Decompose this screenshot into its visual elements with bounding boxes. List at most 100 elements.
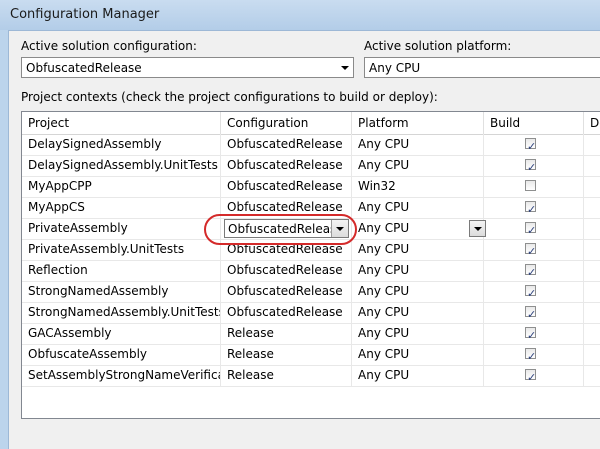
configuration-cell[interactable]: ObfuscatedRelease: [221, 176, 352, 197]
deploy-cell: [584, 302, 600, 323]
table-row[interactable]: PrivateAssembly ObfuscatedRelease Any CPU ✓: [22, 218, 600, 240]
project-contexts-label: Project contexts (check the project conf…: [21, 90, 438, 104]
build-checkbox[interactable]: ✓: [525, 306, 536, 321]
table-row[interactable]: MyAppCPP ObfuscatedRelease Win32: [22, 176, 600, 198]
build-checkbox[interactable]: ✓: [525, 327, 536, 342]
deploy-cell: [584, 239, 600, 260]
project-name-cell: StrongNamedAssembly: [22, 281, 221, 302]
column-header-deploy[interactable]: Dep: [584, 112, 600, 134]
chevron-down-icon[interactable]: [337, 58, 353, 77]
build-cell: ✓: [484, 197, 584, 218]
platform-value: Any CPU: [358, 326, 410, 340]
platform-value: Any CPU: [358, 368, 410, 382]
checkmark-icon: ✓: [527, 203, 537, 216]
table-row[interactable]: StrongNamedAssembly.UnitTests ObfuscatedR…: [22, 302, 600, 324]
solution-config-dropdown[interactable]: ObfuscatedRelease: [21, 57, 354, 78]
build-checkbox[interactable]: ✓: [525, 348, 536, 363]
platform-value: Any CPU: [358, 137, 410, 151]
configuration-cell[interactable]: ObfuscatedRelease: [221, 155, 352, 176]
configuration-cell[interactable]: ObfuscatedRelease: [221, 197, 352, 218]
platform-cell[interactable]: Any CPU: [352, 323, 484, 344]
solution-config-value: ObfuscatedRelease: [26, 61, 142, 75]
checkmark-icon: ✓: [527, 350, 537, 363]
solution-config-label: Active solution configuration:: [21, 39, 197, 53]
configuration-cell[interactable]: ObfuscatedRelease: [221, 281, 352, 302]
deploy-cell: [584, 218, 600, 239]
table-row[interactable]: StrongNamedAssembly ObfuscatedRelease Any …: [22, 281, 600, 303]
platform-cell[interactable]: Any CPU: [352, 365, 484, 386]
checkmark-icon: ✓: [527, 224, 537, 237]
platform-value: Win32: [358, 179, 396, 193]
build-cell: ✓: [484, 302, 584, 323]
platform-cell[interactable]: Any CPU: [352, 134, 484, 155]
platform-cell[interactable]: Any CPU: [352, 302, 484, 323]
title-bar[interactable]: Configuration Manager: [0, 0, 600, 30]
platform-cell[interactable]: Any CPU: [352, 281, 484, 302]
configuration-cell[interactable]: ObfuscatedRelease: [221, 260, 352, 281]
platform-cell[interactable]: Any CPU: [352, 155, 484, 176]
platform-value: Any CPU: [358, 221, 410, 235]
platform-value: Any CPU: [358, 284, 410, 298]
table-row[interactable]: MyAppCS ObfuscatedRelease Any CPU ✓: [22, 197, 600, 219]
chevron-down-icon[interactable]: [331, 220, 348, 237]
configuration-cell[interactable]: ObfuscatedRelease: [221, 218, 352, 239]
configuration-cell[interactable]: Release: [221, 365, 352, 386]
platform-value: Any CPU: [358, 305, 410, 319]
checkmark-icon: ✓: [527, 329, 537, 342]
platform-cell[interactable]: Any CPU: [352, 197, 484, 218]
build-checkbox[interactable]: ✓: [525, 159, 536, 174]
table-row[interactable]: DelaySignedAssembly.UnitTests ObfuscatedR…: [22, 155, 600, 177]
project-name-cell: StrongNamedAssembly.UnitTests: [22, 302, 221, 323]
checkmark-icon: ✓: [527, 371, 537, 384]
deploy-cell: [584, 365, 600, 386]
platform-cell[interactable]: Win32: [352, 176, 484, 197]
platform-cell[interactable]: Any CPU: [352, 239, 484, 260]
project-name-cell: PrivateAssembly: [22, 218, 221, 239]
build-cell: [484, 176, 584, 197]
configuration-cell[interactable]: ObfuscatedRelease: [221, 239, 352, 260]
table-row[interactable]: DelaySignedAssembly ObfuscatedRelease Any …: [22, 134, 600, 156]
checkmark-icon: ✓: [527, 245, 537, 258]
table-row[interactable]: GACAssembly Release Any CPU ✓: [22, 323, 600, 345]
platform-cell[interactable]: Any CPU: [352, 260, 484, 281]
table-row[interactable]: PrivateAssembly.UnitTests ObfuscatedRelea…: [22, 239, 600, 261]
configuration-cell[interactable]: ObfuscatedRelease: [221, 302, 352, 323]
build-cell: ✓: [484, 344, 584, 365]
build-checkbox[interactable]: ✓: [525, 243, 536, 258]
build-checkbox[interactable]: ✓: [525, 285, 536, 300]
deploy-cell: [584, 134, 600, 155]
build-cell: ✓: [484, 260, 584, 281]
build-checkbox[interactable]: [525, 180, 536, 191]
checkmark-icon: ✓: [527, 266, 537, 279]
grid-header: Project Configuration Platform Build Dep: [22, 112, 600, 135]
column-header-configuration[interactable]: Configuration: [221, 112, 352, 134]
configuration-dropdown[interactable]: ObfuscatedRelease: [224, 219, 349, 238]
platform-value: Any CPU: [358, 242, 410, 256]
build-cell: ✓: [484, 281, 584, 302]
build-checkbox[interactable]: ✓: [525, 201, 536, 216]
configuration-cell[interactable]: Release: [221, 344, 352, 365]
configuration-dropdown-value: ObfuscatedRelease: [228, 222, 344, 236]
project-name-cell: GACAssembly: [22, 323, 221, 344]
build-checkbox[interactable]: ✓: [525, 138, 536, 153]
table-row[interactable]: Reflection ObfuscatedRelease Any CPU ✓: [22, 260, 600, 282]
column-header-project[interactable]: Project: [22, 112, 221, 134]
config-manager-window: Configuration Manager Active solution co…: [0, 0, 600, 449]
column-header-build[interactable]: Build: [484, 112, 584, 134]
build-cell: ✓: [484, 323, 584, 344]
solution-platform-value: Any CPU: [369, 61, 421, 75]
platform-cell[interactable]: Any CPU: [352, 344, 484, 365]
configuration-cell[interactable]: Release: [221, 323, 352, 344]
configuration-cell[interactable]: ObfuscatedRelease: [221, 134, 352, 155]
build-checkbox[interactable]: ✓: [525, 369, 536, 384]
build-checkbox[interactable]: ✓: [525, 222, 536, 237]
table-row[interactable]: SetAssemblyStrongNameVerificat... Release…: [22, 365, 600, 387]
platform-cell[interactable]: Any CPU: [352, 218, 484, 239]
table-row[interactable]: ObfuscateAssembly Release Any CPU ✓: [22, 344, 600, 366]
project-name-cell: ObfuscateAssembly: [22, 344, 221, 365]
project-name-cell: DelaySignedAssembly: [22, 134, 221, 155]
build-checkbox[interactable]: ✓: [525, 264, 536, 279]
deploy-cell: [584, 344, 600, 365]
column-header-platform[interactable]: Platform: [352, 112, 484, 134]
solution-platform-dropdown[interactable]: Any CPU: [364, 57, 600, 78]
